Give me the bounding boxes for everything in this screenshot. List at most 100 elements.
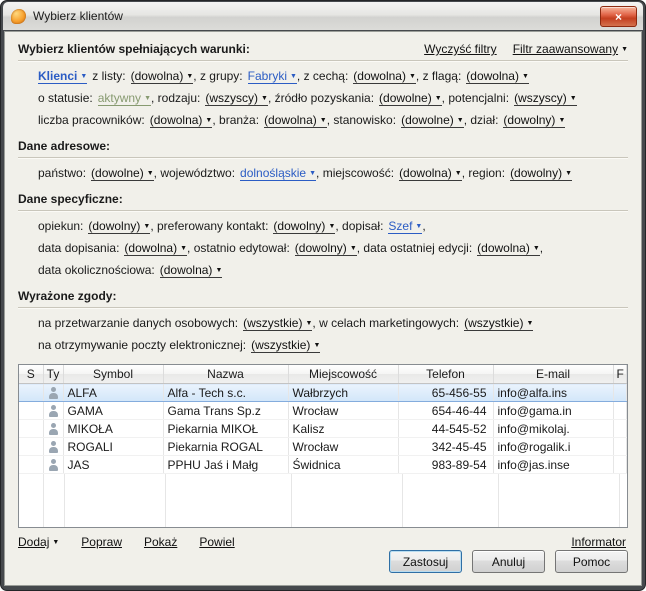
- add-button[interactable]: Dodaj▼: [18, 535, 59, 550]
- list-filter-dropdown[interactable]: (dowolna)▼: [131, 69, 194, 84]
- help-button[interactable]: Pomoc: [555, 550, 628, 573]
- cell-phone: 44-545-52: [398, 420, 493, 438]
- filter-row-clients: Klienci▼z listy:(dowolna)▼, z grupy:Fabr…: [38, 69, 628, 84]
- cell-type: [43, 402, 63, 420]
- trait-filter-dropdown[interactable]: (dowolna)▼: [353, 69, 416, 84]
- table-row[interactable]: ROGALI Piekarnia ROGAL Wrocław 342-45-45…: [19, 438, 627, 456]
- col-header-ty[interactable]: Ty: [43, 365, 63, 384]
- table-row[interactable]: MIKOŁA Piekarnia MIKOŁ Kalisz 44-545-52 …: [19, 420, 627, 438]
- col-header-email[interactable]: E-mail: [493, 365, 613, 384]
- table-empty-area: [19, 474, 627, 527]
- occasion-date-dropdown[interactable]: (dowolna)▼: [160, 263, 223, 278]
- group-filter-dropdown[interactable]: Fabryki▼: [248, 69, 297, 84]
- trailing-comma: ,: [540, 241, 543, 255]
- clear-filters-link[interactable]: Wyczyść filtry: [424, 42, 497, 56]
- dropdown-arrow-icon: ▼: [455, 170, 462, 177]
- voivodeship-filter-dropdown[interactable]: dolnośląskie▼: [240, 166, 316, 181]
- col-header-telefon[interactable]: Telefon: [398, 365, 493, 384]
- cell-type: [43, 384, 63, 402]
- title-bar[interactable]: Wybierz klientów ×: [3, 2, 643, 30]
- consents-section-header: Wyrażone zgody:: [18, 289, 628, 304]
- position-filter-dropdown[interactable]: (dowolne)▼: [401, 113, 464, 128]
- close-button[interactable]: ×: [600, 6, 637, 27]
- show-link[interactable]: Pokaż: [144, 535, 177, 550]
- industry-filter-dropdown[interactable]: (dowolna)▼: [264, 113, 327, 128]
- preferred-contact-dropdown[interactable]: (dowolny)▼: [273, 219, 335, 234]
- department-filter-dropdown[interactable]: (dowolny)▼: [503, 113, 565, 128]
- city-filter-dropdown[interactable]: (dowolna)▼: [399, 166, 462, 181]
- cell-symbol: ALFA: [63, 384, 163, 402]
- cell-email: info@jas.inse: [493, 456, 613, 474]
- industry-label: , branża:: [212, 113, 259, 127]
- table-row[interactable]: GAMA Gama Trans Sp.z Wrocław 654-46-44 i…: [19, 402, 627, 420]
- date-added-dropdown[interactable]: (dowolna)▼: [124, 241, 187, 256]
- person-icon: [48, 405, 59, 417]
- col-header-f[interactable]: F: [613, 365, 627, 384]
- clients-dropdown[interactable]: Klienci▼: [38, 69, 87, 84]
- dropdown-arrow-icon: ▼: [320, 117, 327, 124]
- duplicate-link[interactable]: Powiel: [199, 535, 234, 550]
- trailing-comma: ,: [422, 219, 425, 233]
- cell-email: info@alfa.ins: [493, 384, 613, 402]
- person-icon: [48, 441, 59, 453]
- dropdown-arrow-icon: ▼: [350, 245, 357, 252]
- country-filter-dropdown[interactable]: (dowolne)▼: [91, 166, 154, 181]
- col-header-s[interactable]: S: [19, 365, 43, 384]
- edit-link[interactable]: Popraw: [81, 535, 122, 550]
- dropdown-arrow-icon: ▼: [309, 170, 316, 177]
- cell-f: [613, 384, 627, 402]
- cell-s: [19, 402, 43, 420]
- consent-email-dropdown[interactable]: (wszystkie)▼: [251, 338, 320, 353]
- informator-link[interactable]: Informator: [571, 535, 626, 550]
- col-header-nazwa[interactable]: Nazwa: [163, 365, 288, 384]
- flag-filter-dropdown[interactable]: (dowolna)▼: [466, 69, 529, 84]
- caretaker-filter-dropdown[interactable]: (dowolny)▼: [88, 219, 150, 234]
- col-header-miejscowosc[interactable]: Miejscowość: [288, 365, 398, 384]
- cell-city: Wrocław: [288, 438, 398, 456]
- cell-f: [613, 438, 627, 456]
- cell-f: [613, 420, 627, 438]
- region-filter-dropdown[interactable]: (dowolny)▼: [510, 166, 572, 181]
- position-label: , stanowisko:: [327, 113, 396, 127]
- table-row[interactable]: ALFA Alfa - Tech s.c. Wałbrzych 65-456-5…: [19, 384, 627, 402]
- status-filter-dropdown[interactable]: aktywny▼: [98, 91, 151, 106]
- filter-row-status: o statusie:aktywny▼, rodzaju:(wszyscy)▼,…: [38, 91, 628, 106]
- filter-row-employees: liczba pracowników:(dowolna)▼, branża:(d…: [38, 113, 628, 128]
- cell-f: [613, 402, 627, 420]
- date-added-label: data dopisania:: [38, 241, 119, 255]
- last-edit-date-dropdown[interactable]: (dowolna)▼: [477, 241, 540, 256]
- kind-filter-dropdown[interactable]: (wszyscy)▼: [205, 91, 268, 106]
- employees-label: liczba pracowników:: [38, 113, 145, 127]
- cell-phone: 983-89-54: [398, 456, 493, 474]
- col-header-symbol[interactable]: Symbol: [63, 365, 163, 384]
- apply-button[interactable]: Zastosuj: [389, 550, 462, 573]
- employees-filter-dropdown[interactable]: (dowolna)▼: [150, 113, 213, 128]
- consent-personal-dropdown[interactable]: (wszystkie)▼: [243, 316, 312, 331]
- table-row[interactable]: JAS PPHU Jaś i Małg Świdnica 983-89-54 i…: [19, 456, 627, 474]
- dropdown-arrow-icon: ▼: [457, 117, 464, 124]
- consent-marketing-dropdown[interactable]: (wszystkie)▼: [464, 316, 533, 331]
- dropdown-arrow-icon: ▼: [565, 170, 572, 177]
- caretaker-label: opiekun:: [38, 219, 83, 233]
- dropdown-arrow-icon: ▼: [435, 95, 442, 102]
- cell-s: [19, 420, 43, 438]
- last-edit-date-label: , data ostatniej edycji:: [357, 241, 472, 255]
- cell-name: Alfa - Tech s.c.: [163, 384, 288, 402]
- cell-phone: 342-45-45: [398, 438, 493, 456]
- voivodeship-label: , województwo:: [154, 166, 235, 180]
- specific-section-header: Dane specyficzne:: [18, 192, 628, 207]
- potential-filter-dropdown[interactable]: (wszyscy)▼: [514, 91, 577, 106]
- added-by-dropdown[interactable]: Szef▼: [388, 219, 422, 234]
- cell-city: Świdnica: [288, 456, 398, 474]
- address-section-title: Dane adresowe:: [18, 139, 110, 154]
- city-label: , miejscowość:: [316, 166, 394, 180]
- cancel-button[interactable]: Anuluj: [472, 550, 545, 573]
- source-filter-dropdown[interactable]: (dowolne)▼: [379, 91, 442, 106]
- cell-type: [43, 456, 63, 474]
- source-label: , źródło pozyskania:: [268, 91, 374, 105]
- advanced-filter-link[interactable]: Filtr zaawansowany▼: [513, 42, 628, 56]
- last-edited-by-dropdown[interactable]: (dowolny)▼: [295, 241, 357, 256]
- consent-personal-label: na przetwarzanie danych osobowych:: [38, 316, 238, 330]
- person-icon: [48, 459, 59, 471]
- cell-symbol: MIKOŁA: [63, 420, 163, 438]
